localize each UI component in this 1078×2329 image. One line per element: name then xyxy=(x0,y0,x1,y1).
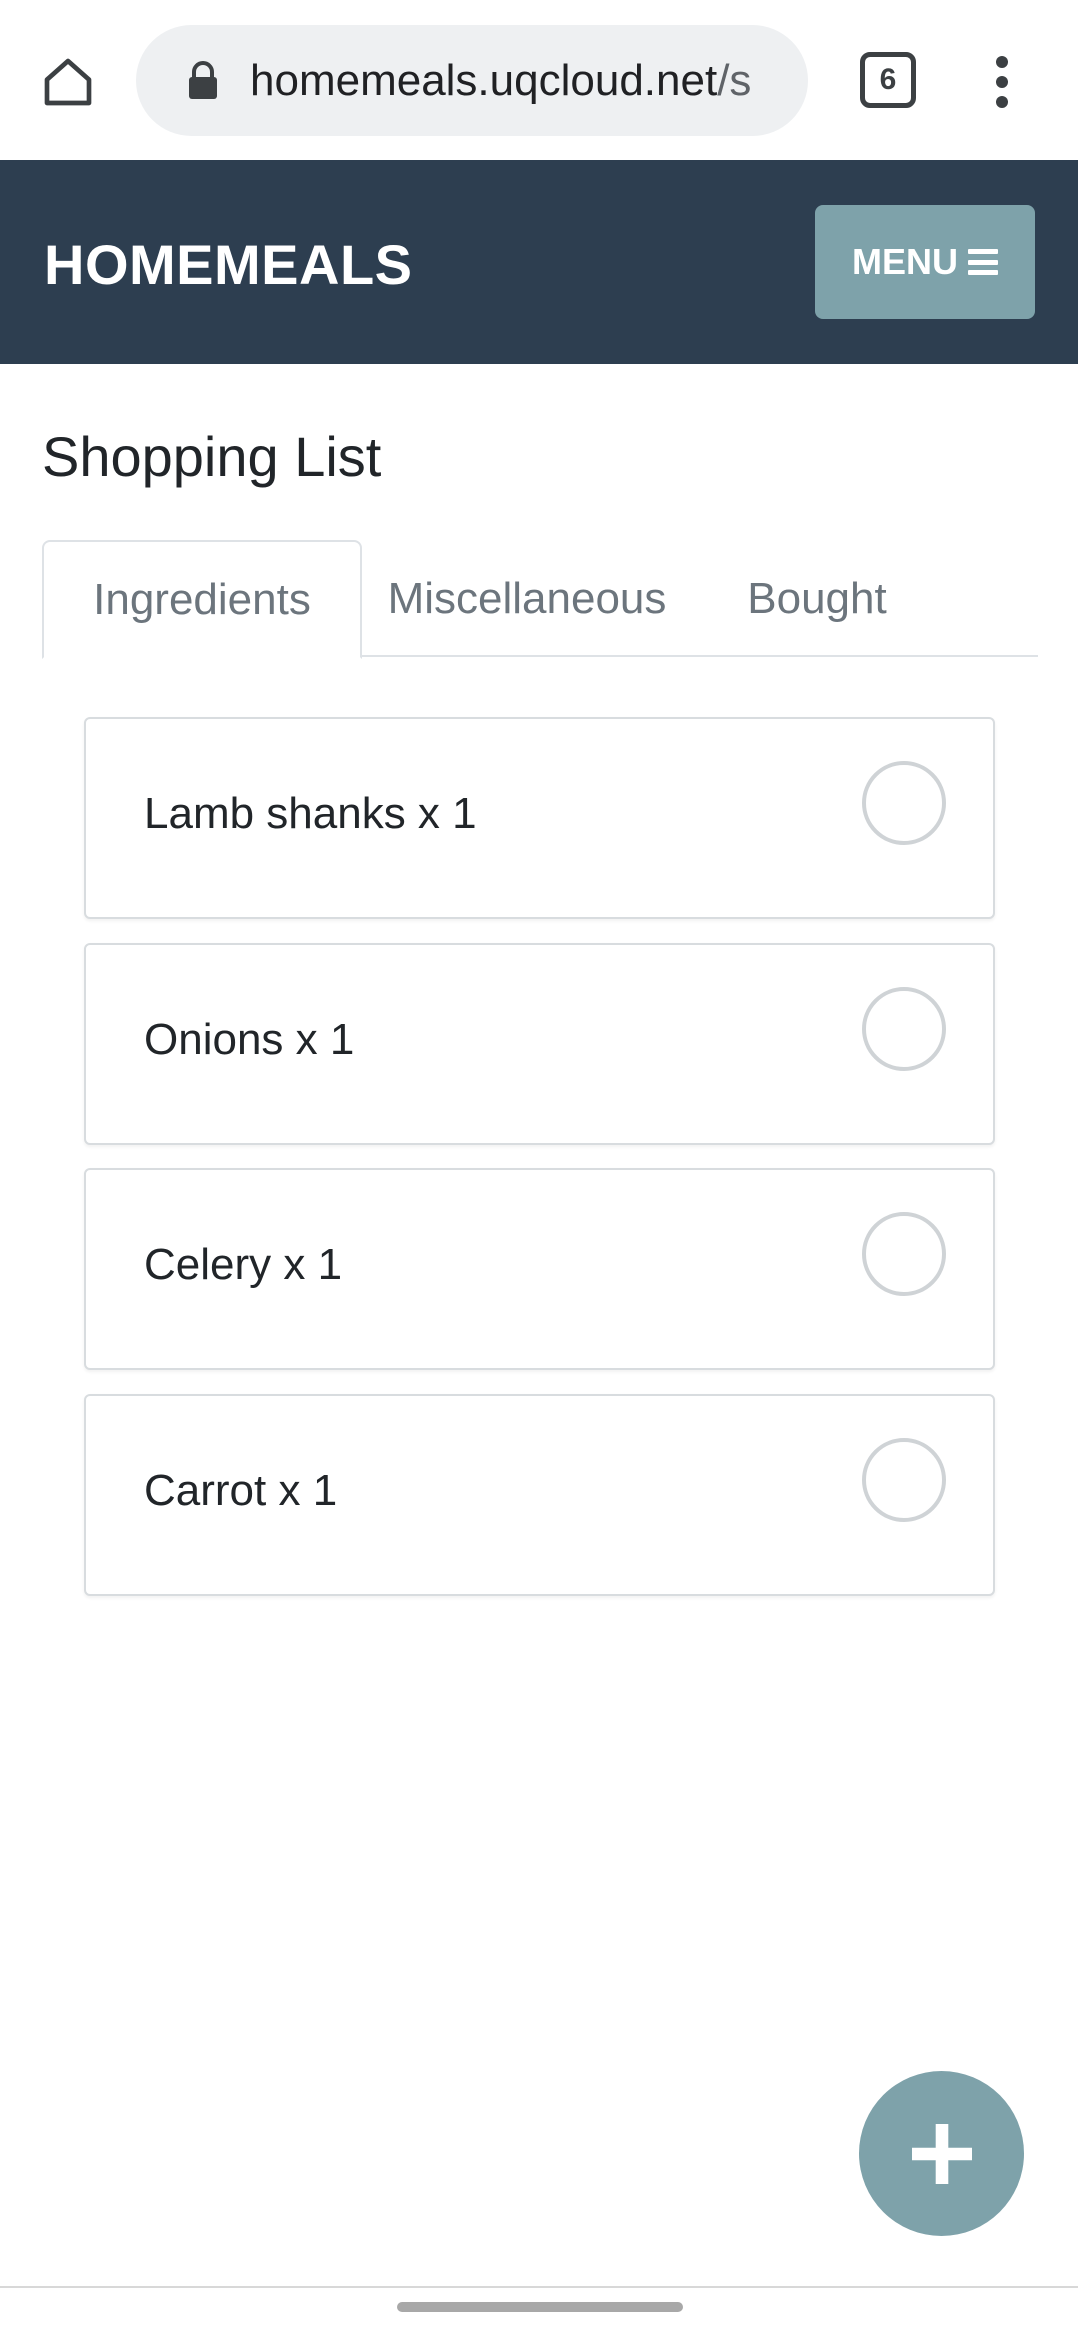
hamburger-icon xyxy=(968,249,998,275)
url-host: homemeals.uqcloud.net xyxy=(250,55,718,105)
tab-bar: Ingredients Miscellaneous Bought xyxy=(42,540,1038,659)
page-title: Shopping List xyxy=(42,425,382,488)
more-vert-icon[interactable] xyxy=(972,50,1032,114)
item-checkbox[interactable] xyxy=(862,761,946,845)
item-checkbox[interactable] xyxy=(862,1212,946,1296)
tab-switcher-button[interactable]: 6 xyxy=(860,52,916,108)
gesture-navigation-bar[interactable] xyxy=(397,2302,683,2312)
menu-label: MENU xyxy=(852,241,958,282)
item-label: Carrot x 1 xyxy=(144,1466,338,1515)
brand-logo[interactable]: HOMEMEALS xyxy=(44,232,413,297)
item-checkbox[interactable] xyxy=(862,1438,946,1522)
bottom-divider xyxy=(0,2286,1078,2288)
item-checkbox[interactable] xyxy=(862,987,946,1071)
tab-miscellaneous[interactable]: Miscellaneous xyxy=(377,540,677,657)
plus-icon xyxy=(911,2123,972,2184)
item-label: Onions x 1 xyxy=(144,1015,355,1064)
list-item: Onions x 1 xyxy=(84,943,995,1145)
home-button[interactable] xyxy=(32,46,104,118)
tab-bought[interactable]: Bought xyxy=(732,540,902,657)
list-item: Lamb shanks x 1 xyxy=(84,717,995,919)
tab-count: 6 xyxy=(879,63,897,96)
app-navbar: HOMEMEALS MENU xyxy=(0,160,1078,364)
menu-button[interactable]: MENU xyxy=(815,205,1035,319)
tab-ingredients[interactable]: Ingredients xyxy=(42,540,362,659)
url-path: /s xyxy=(717,55,752,105)
url-text: homemeals.uqcloud.net/s xyxy=(250,56,808,106)
browser-toolbar: homemeals.uqcloud.net/s 6 xyxy=(0,0,1078,160)
list-item: Carrot x 1 xyxy=(84,1394,995,1596)
list-item: Celery x 1 xyxy=(84,1168,995,1370)
lock-icon xyxy=(186,60,220,101)
item-label: Lamb shanks x 1 xyxy=(144,789,477,838)
item-label: Celery x 1 xyxy=(144,1240,343,1289)
address-bar[interactable]: homemeals.uqcloud.net/s xyxy=(136,25,808,136)
add-item-button[interactable] xyxy=(859,2071,1024,2236)
home-icon xyxy=(44,58,92,106)
